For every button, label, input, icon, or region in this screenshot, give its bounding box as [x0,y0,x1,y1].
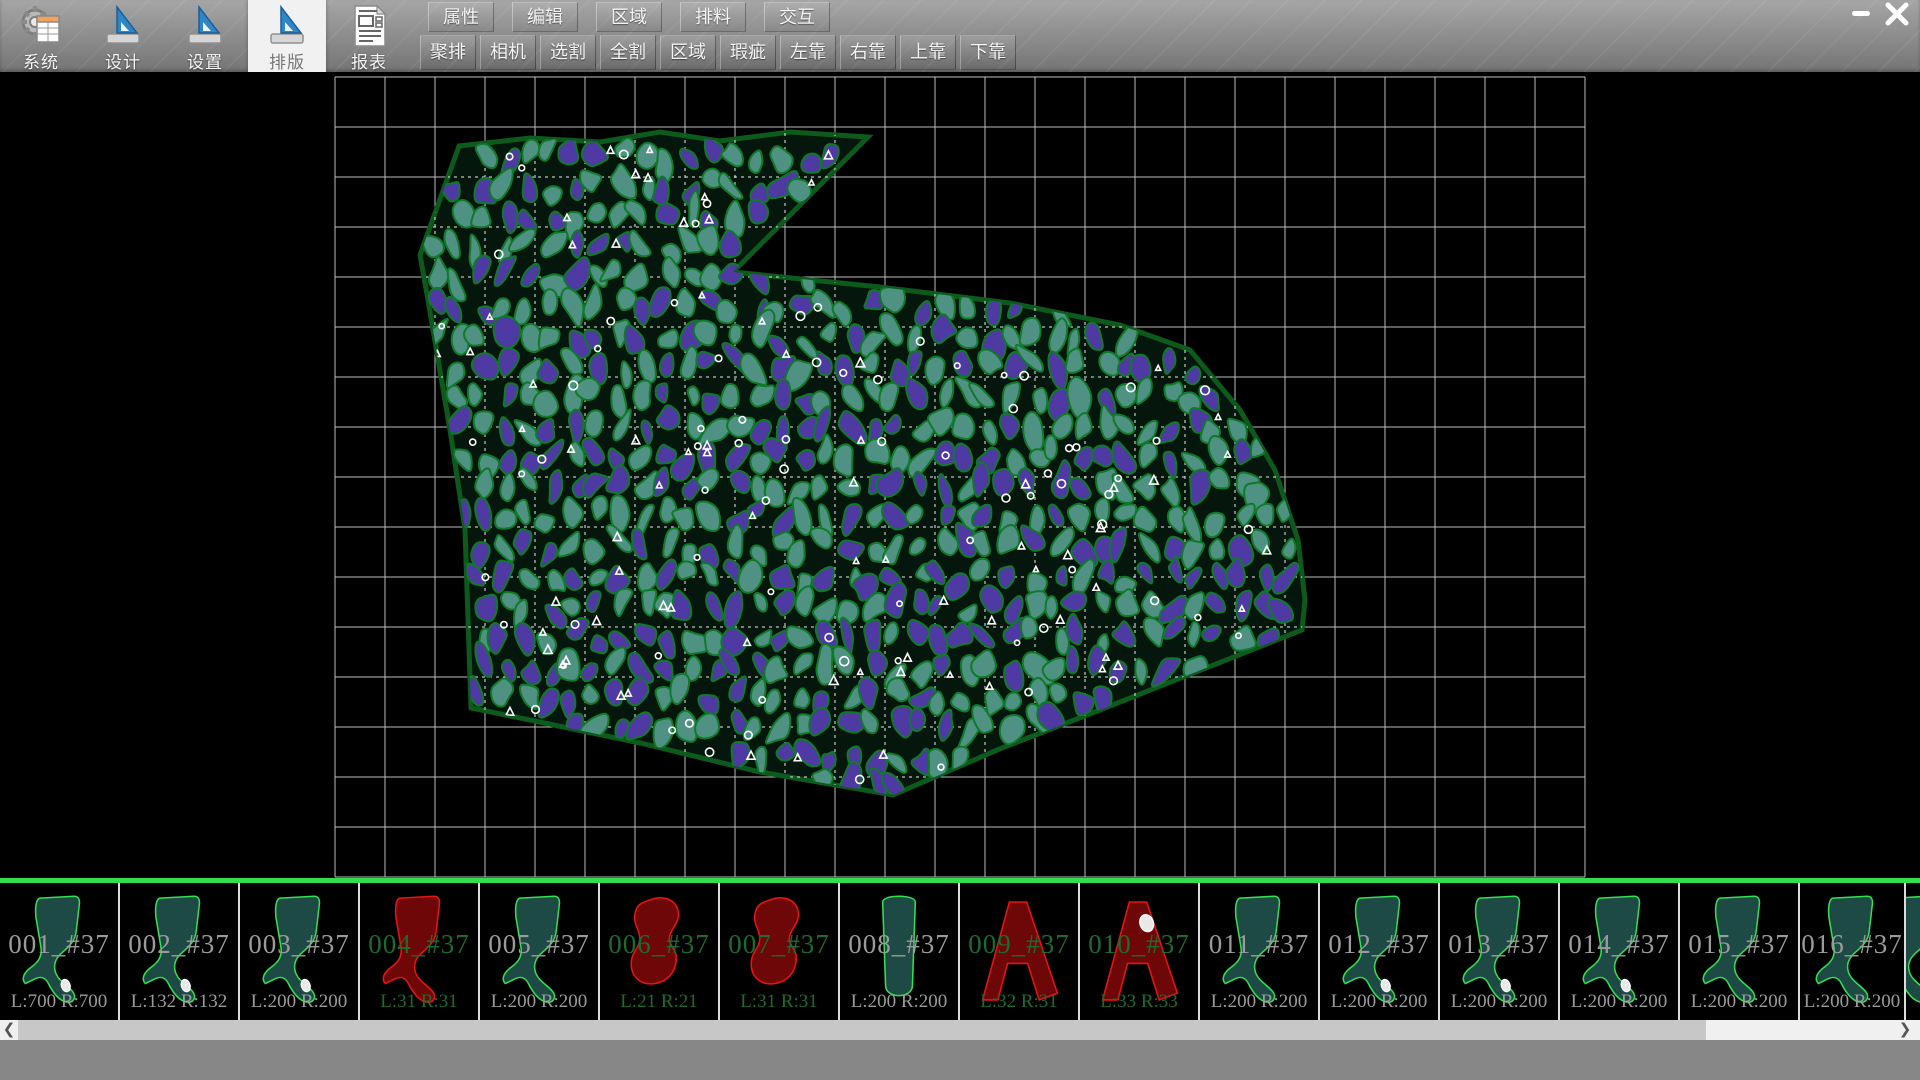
piece-thumbnail-strip: 001_#37L:700 R:700 002_#37L:132 R:132 00… [0,878,1920,1020]
piece-shape [371,885,467,1015]
piece-shape [491,885,587,1015]
thumbnail-011[interactable]: 011_#37L:200 R:200 [1200,883,1320,1020]
app-button-nesting[interactable]: 排版 [248,0,326,72]
menu-edit[interactable]: 编辑 [512,2,578,32]
tool-defect[interactable]: 瑕疵 [720,35,776,70]
piece-shape [1804,885,1900,1015]
app-button-label: 排版 [248,48,326,73]
thumbnail-006[interactable]: 006_#37L:21 R:21 [600,883,720,1020]
piece-shape [1571,885,1667,1015]
piece-shape [1331,885,1427,1015]
thumbnail-014[interactable]: 014_#37L:200 R:200 [1560,883,1680,1020]
thumbnail-007[interactable]: 007_#37L:31 R:31 [720,883,840,1020]
tool-camera[interactable]: 相机 [480,35,536,70]
system-gear-icon [19,4,63,48]
thumbnail-013[interactable]: 013_#37L:200 R:200 [1440,883,1560,1020]
thumbnail-015[interactable]: 015_#37L:200 R:200 [1680,883,1800,1020]
tool-align-right[interactable]: 右靠 [840,35,896,70]
menu-nesting[interactable]: 排料 [680,2,746,32]
nesting-canvas [0,72,1920,878]
tool-row: 聚排 相机 选割 全割 区域 瑕疵 左靠 右靠 上靠 下靠 [420,35,1016,69]
thumbnail-003[interactable]: 003_#37L:200 R:200 [240,883,360,1020]
settings-ruler-icon [183,4,227,48]
piece-shape [131,885,227,1015]
app-button-label: 报表 [330,48,408,73]
bottom-gray-bar [0,1040,1920,1080]
titlebar: 系统 设计 设置 排版 [0,0,1920,72]
thumbnail-partial[interactable] [1906,883,1920,1020]
piece-shape [731,885,827,1015]
thumbnail-002[interactable]: 002_#37L:132 R:132 [120,883,240,1020]
tool-select-cut[interactable]: 选割 [540,35,596,70]
menu-row: 属性 编辑 区域 排料 交互 [428,2,830,32]
close-icon [1880,2,1914,26]
horizontal-scrollbar[interactable]: ❮ ❯ [0,1020,1920,1040]
nesting-app-window: 系统 设计 设置 排版 [0,0,1920,1080]
thumbnail-009[interactable]: 009_#37L:32 R:31 [960,883,1080,1020]
thumbnail-005[interactable]: 005_#37L:200 R:200 [480,883,600,1020]
nesting-ruler-icon [265,4,309,48]
app-button-settings[interactable]: 设置 [166,0,244,72]
thumbnail-001[interactable]: 001_#37L:700 R:700 [0,883,120,1020]
tool-region[interactable]: 区域 [660,35,716,70]
scroll-right-arrow-icon[interactable]: ❯ [1896,1020,1914,1040]
piece-shape [1906,885,1920,1015]
piece-shape [971,885,1067,1015]
tool-align-left[interactable]: 左靠 [780,35,836,70]
piece-shape [851,885,947,1015]
thumbnail-012[interactable]: 012_#37L:200 R:200 [1320,883,1440,1020]
piece-shape [11,885,107,1015]
menu-interact[interactable]: 交互 [764,2,830,32]
app-button-report[interactable]: 报表 [330,0,408,72]
thumbnail-008[interactable]: 008_#37L:200 R:200 [840,883,960,1020]
design-ruler-icon [101,4,145,48]
app-button-label: 设置 [166,48,244,73]
thumbnail-010[interactable]: 010_#37L:33 R:33 [1080,883,1200,1020]
piece-shape [1091,885,1187,1015]
tool-align-top[interactable]: 上靠 [900,35,956,70]
app-button-design[interactable]: 设计 [84,0,162,72]
piece-shape [1691,885,1787,1015]
minimize-button[interactable] [1848,2,1874,24]
scrollbar-thumb[interactable] [18,1020,1706,1040]
piece-shape [611,885,707,1015]
piece-shape [1451,885,1547,1015]
menu-region[interactable]: 区域 [596,2,662,32]
nesting-canvas-area[interactable] [0,72,1920,878]
app-button-system[interactable]: 系统 [2,0,80,72]
thumbnail-016[interactable]: 016_#37L:200 R:200 [1800,883,1906,1020]
close-button[interactable] [1880,2,1914,24]
app-button-label: 设计 [84,48,162,73]
piece-shape [251,885,347,1015]
tool-cluster-nest[interactable]: 聚排 [420,35,476,70]
piece-shape [1211,885,1307,1015]
tool-align-bottom[interactable]: 下靠 [960,35,1016,70]
thumbnail-004[interactable]: 004_#37L:31 R:31 [360,883,480,1020]
app-button-label: 系统 [2,48,80,73]
scroll-left-arrow-icon[interactable]: ❮ [0,1020,18,1040]
report-doc-icon [347,4,391,48]
tool-cut-all[interactable]: 全割 [600,35,656,70]
menu-properties[interactable]: 属性 [428,2,494,32]
minimize-icon [1848,2,1874,24]
